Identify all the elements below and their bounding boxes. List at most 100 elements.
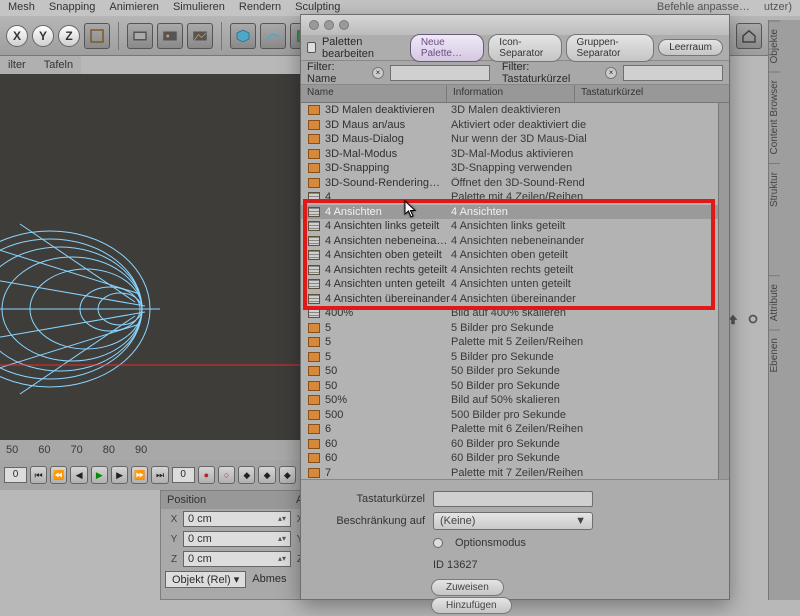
command-row[interactable]: 3D Maus-DialogNur wenn der 3D Maus-Dial <box>301 132 729 147</box>
render-view-button[interactable] <box>127 23 153 49</box>
command-row[interactable]: 4Palette mit 4 Zeilen/Reihen <box>301 190 729 205</box>
command-info: Bild auf 400% skalieren <box>451 307 681 319</box>
command-row[interactable]: 4 Ansichten rechts geteilt4 Ansichten re… <box>301 263 729 278</box>
coord-pos-x[interactable]: 0 cm▴▾ <box>183 511 291 527</box>
add-button[interactable]: Hinzufügen <box>431 597 512 614</box>
record-button[interactable]: ● <box>198 466 215 484</box>
command-row[interactable]: 55 Bilder pro Sekunde <box>301 321 729 336</box>
command-row[interactable]: 400%Bild auf 400% skalieren <box>301 306 729 321</box>
clear-name-filter-button[interactable]: × <box>372 67 384 79</box>
menu-rendern[interactable]: Rendern <box>239 1 281 15</box>
filter-shortcut-input[interactable] <box>623 65 723 81</box>
render-settings-button[interactable] <box>187 23 213 49</box>
spacer-button[interactable]: Leerraum <box>658 39 723 56</box>
command-row[interactable]: 3D Malen deaktivieren3D Malen deaktivier… <box>301 103 729 118</box>
cube-primitive-button[interactable] <box>230 23 256 49</box>
command-row[interactable]: 4 Ansichten nebeneinander4 Ansichten neb… <box>301 234 729 249</box>
key-scl-button[interactable]: ◆ <box>258 466 275 484</box>
menu-animieren[interactable]: Animieren <box>109 1 159 15</box>
command-row[interactable]: 4 Ansichten übereinander4 Ansichten über… <box>301 292 729 307</box>
key-rot-button[interactable]: ◆ <box>279 466 296 484</box>
spline-primitive-button[interactable] <box>260 23 286 49</box>
icon-separator-button[interactable]: Icon-Separator <box>488 34 561 62</box>
tab-ebenen[interactable]: Ebenen <box>769 329 780 380</box>
menu-sculpting[interactable]: Sculpting <box>295 1 340 15</box>
assign-button[interactable]: Zuweisen <box>431 579 504 596</box>
command-row[interactable]: 4 Ansichten links geteilt4 Ansichten lin… <box>301 219 729 234</box>
prev-key-button[interactable]: ⏪ <box>50 466 67 484</box>
coord-mode-select[interactable]: Objekt (Rel) ▾ <box>165 571 246 588</box>
command-row[interactable]: 3D Maus an/ausAktiviert oder deaktiviert… <box>301 118 729 133</box>
3d-viewport[interactable] <box>0 74 300 464</box>
optionsmodus-radio[interactable] <box>433 538 443 548</box>
command-row[interactable]: 4 Ansichten oben geteilt4 Ansichten oben… <box>301 248 729 263</box>
command-row[interactable]: 4 Ansichten4 Ansichten <box>301 205 729 220</box>
command-row[interactable]: 55 Bilder pro Sekunde <box>301 350 729 365</box>
command-row[interactable]: 6Palette mit 6 Zeilen/Reihen <box>301 422 729 437</box>
menu-simulieren[interactable]: Simulieren <box>173 1 225 15</box>
goto-end-button[interactable]: ⏭ <box>151 466 168 484</box>
group-separator-button[interactable]: Gruppen-Separator <box>566 34 655 62</box>
command-name: 4 Ansichten rechts geteilt <box>325 264 451 276</box>
filter-label[interactable]: ilter <box>8 59 26 71</box>
scrollbar-thumb[interactable] <box>720 105 728 165</box>
clear-shortcut-filter-button[interactable]: × <box>605 67 617 79</box>
axis-y-button[interactable]: Y <box>32 25 54 47</box>
command-row[interactable]: 3D-Sound-Rendering…Öffnet den 3D-Sound-R… <box>301 176 729 191</box>
timeline-ruler[interactable]: 50 60 70 80 90 <box>0 440 300 460</box>
command-row[interactable]: 5Palette mit 5 Zeilen/Reihen <box>301 335 729 350</box>
command-row[interactable]: 4 Ansichten unten geteilt4 Ansichten unt… <box>301 277 729 292</box>
axis-x-line-icon <box>0 364 300 366</box>
command-row-icon <box>307 249 321 261</box>
layout-home-button[interactable] <box>736 23 762 49</box>
col-name[interactable]: Name <box>301 85 447 102</box>
command-info: Palette mit 4 Zeilen/Reihen <box>451 191 681 203</box>
menu-snapping[interactable]: Snapping <box>49 1 96 15</box>
traffic-close-icon[interactable] <box>309 20 319 30</box>
tab-objekte[interactable]: Objekte <box>769 20 780 71</box>
col-shortcut[interactable]: Tastaturkürzel <box>575 85 729 102</box>
shortcut-field[interactable] <box>433 491 593 507</box>
tab-struktur[interactable]: Struktur <box>769 163 780 215</box>
command-row[interactable]: 6060 Bilder pro Sekunde <box>301 437 729 452</box>
command-row[interactable]: 5050 Bilder pro Sekunde <box>301 364 729 379</box>
next-frame-button[interactable]: ▶ <box>111 466 128 484</box>
play-button[interactable]: ▶ <box>91 466 108 484</box>
menu-mesh[interactable]: Mesh <box>8 1 35 15</box>
tab-attribute[interactable]: Attribute <box>769 275 780 329</box>
edit-palettes-checkbox[interactable] <box>307 42 316 53</box>
goto-start-button[interactable]: ⏮ <box>30 466 47 484</box>
command-list[interactable]: 3D Malen deaktivieren3D Malen deaktivier… <box>301 103 729 483</box>
command-row[interactable]: 3D-Mal-Modus3D-Mal-Modus aktivieren <box>301 147 729 162</box>
filter-name-input[interactable] <box>390 65 490 81</box>
prev-frame-button[interactable]: ◀ <box>70 466 87 484</box>
key-pos-button[interactable]: ◆ <box>238 466 255 484</box>
command-row[interactable]: 50%Bild auf 50% skalieren <box>301 393 729 408</box>
restrict-select[interactable]: (Keine)▼ <box>433 512 593 530</box>
next-key-button[interactable]: ⏩ <box>131 466 148 484</box>
tafeln-label[interactable]: Tafeln <box>44 59 73 71</box>
new-palette-button[interactable]: Neue Palette… <box>410 34 484 62</box>
traffic-min-icon[interactable] <box>324 20 334 30</box>
coord-system-button[interactable] <box>84 23 110 49</box>
autokey-button[interactable]: ○ <box>218 466 235 484</box>
tab-content[interactable]: Content Browser <box>769 71 780 162</box>
traffic-zoom-icon[interactable] <box>339 20 349 30</box>
render-pict-button[interactable] <box>157 23 183 49</box>
command-row[interactable]: 5050 Bilder pro Sekunde <box>301 379 729 394</box>
command-row[interactable]: 7Palette mit 7 Zeilen/Reihen <box>301 466 729 481</box>
col-info[interactable]: Information <box>447 85 575 102</box>
command-row[interactable]: 500500 Bilder pro Sekunde <box>301 408 729 423</box>
axis-z-button[interactable]: Z <box>58 25 80 47</box>
command-row[interactable]: 3D-Snapping3D-Snapping verwenden <box>301 161 729 176</box>
coord-header-position[interactable]: Position <box>161 494 290 506</box>
command-row-icon <box>307 307 321 319</box>
gear-icon[interactable] <box>746 312 760 326</box>
coord-pos-z[interactable]: 0 cm▴▾ <box>183 551 291 567</box>
frame-start-field[interactable]: 0 <box>4 467 27 483</box>
dialog-titlebar[interactable] <box>301 15 729 35</box>
axis-x-button[interactable]: X <box>6 25 28 47</box>
frame-end-field[interactable]: 0 <box>172 467 195 483</box>
command-row[interactable]: 6060 Bilder pro Sekunde <box>301 451 729 466</box>
coord-pos-y[interactable]: 0 cm▴▾ <box>183 531 291 547</box>
